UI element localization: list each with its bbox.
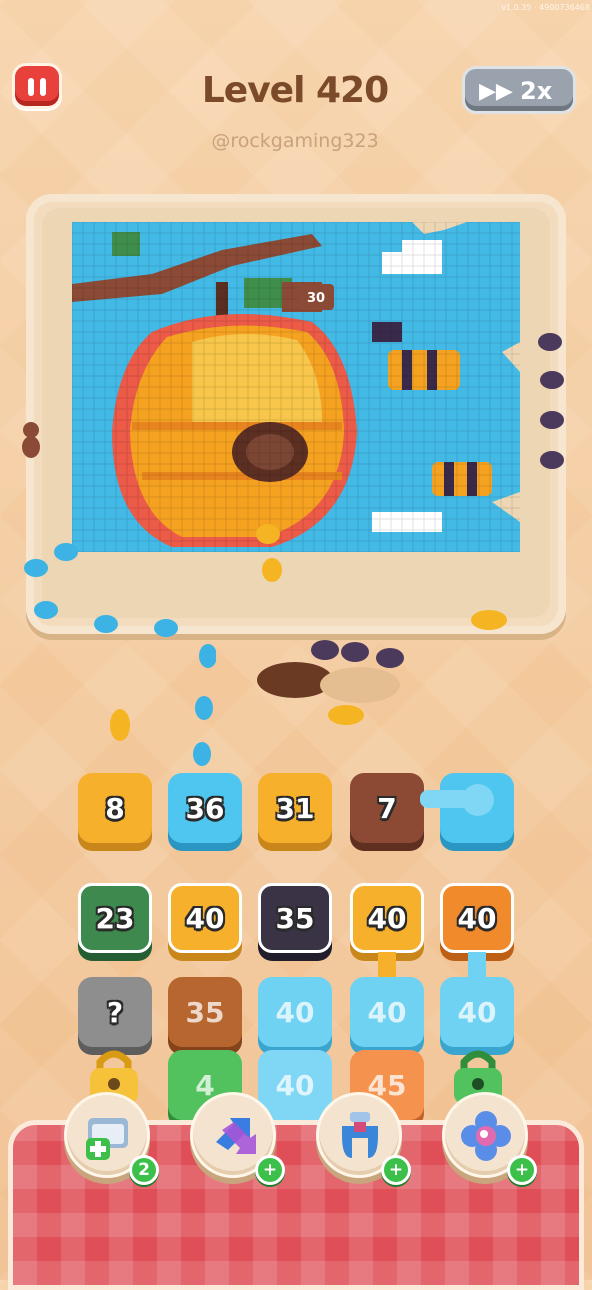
grid-tile[interactable]: 40 bbox=[350, 977, 424, 1047]
grid-tile[interactable]: 40 bbox=[258, 977, 332, 1047]
ant-nest-hole-icon bbox=[257, 640, 404, 703]
grid-tile[interactable]: 40 bbox=[440, 883, 514, 953]
flower-icon bbox=[461, 1111, 511, 1161]
grid-tile[interactable]: 35 bbox=[258, 883, 332, 953]
queue-tile-1[interactable]: 8 bbox=[78, 773, 152, 843]
booster-add-badge[interactable]: + bbox=[255, 1155, 285, 1185]
grid-tile[interactable]: 23 bbox=[78, 883, 152, 953]
yellow-ant-icon bbox=[471, 610, 507, 630]
grid-tile[interactable]: 40 bbox=[258, 1050, 332, 1120]
grid-tile[interactable]: 35 bbox=[168, 977, 242, 1047]
flower-booster-button[interactable]: + bbox=[442, 1092, 537, 1185]
magnet-booster-button[interactable]: + bbox=[316, 1092, 411, 1185]
add-slot-booster-button[interactable]: 2 bbox=[64, 1092, 159, 1185]
fast-forward-icon: ▶▶ bbox=[479, 79, 513, 104]
speed-label: 2x bbox=[520, 77, 553, 105]
mystery-tile[interactable]: ? bbox=[78, 977, 152, 1047]
creator-handle: @rockgaming323 bbox=[211, 130, 379, 152]
grid-tile[interactable]: 40 bbox=[440, 977, 514, 1047]
swap-arrows-icon bbox=[216, 1118, 256, 1154]
magnet-icon bbox=[342, 1112, 378, 1158]
yellow-ant-icon bbox=[110, 709, 130, 741]
booster-add-badge[interactable]: + bbox=[381, 1155, 411, 1185]
pause-icon-bar bbox=[40, 78, 46, 96]
ant-line-icon bbox=[538, 333, 564, 469]
grid-tile[interactable]: 40 bbox=[168, 883, 242, 953]
bee-counter: 30 bbox=[307, 291, 325, 306]
conveyor-pipe-icon bbox=[420, 784, 494, 816]
pause-icon bbox=[28, 78, 34, 96]
level-title: Level 420 bbox=[201, 70, 389, 111]
booster-add-badge[interactable]: + bbox=[507, 1155, 537, 1185]
pause-button[interactable] bbox=[12, 63, 62, 109]
queue-tile-3[interactable]: 31 bbox=[258, 773, 332, 843]
speed-toggle-button[interactable]: ▶▶ 2x bbox=[462, 66, 576, 114]
ant-icon bbox=[22, 422, 40, 458]
pixel-art-beehive: 30 bbox=[72, 222, 520, 552]
booster-count-badge: 2 bbox=[129, 1155, 159, 1185]
version-label: v1.0.35 · 4900736468 bbox=[501, 3, 590, 12]
yellow-ant-icon bbox=[256, 524, 282, 582]
add-tray-icon bbox=[86, 1118, 128, 1160]
queue-tile-4[interactable]: 7 bbox=[350, 773, 424, 843]
grid-tile[interactable]: 40 bbox=[350, 883, 424, 953]
queue-tile-2[interactable]: 36 bbox=[168, 773, 242, 843]
swap-booster-button[interactable]: + bbox=[190, 1092, 285, 1185]
